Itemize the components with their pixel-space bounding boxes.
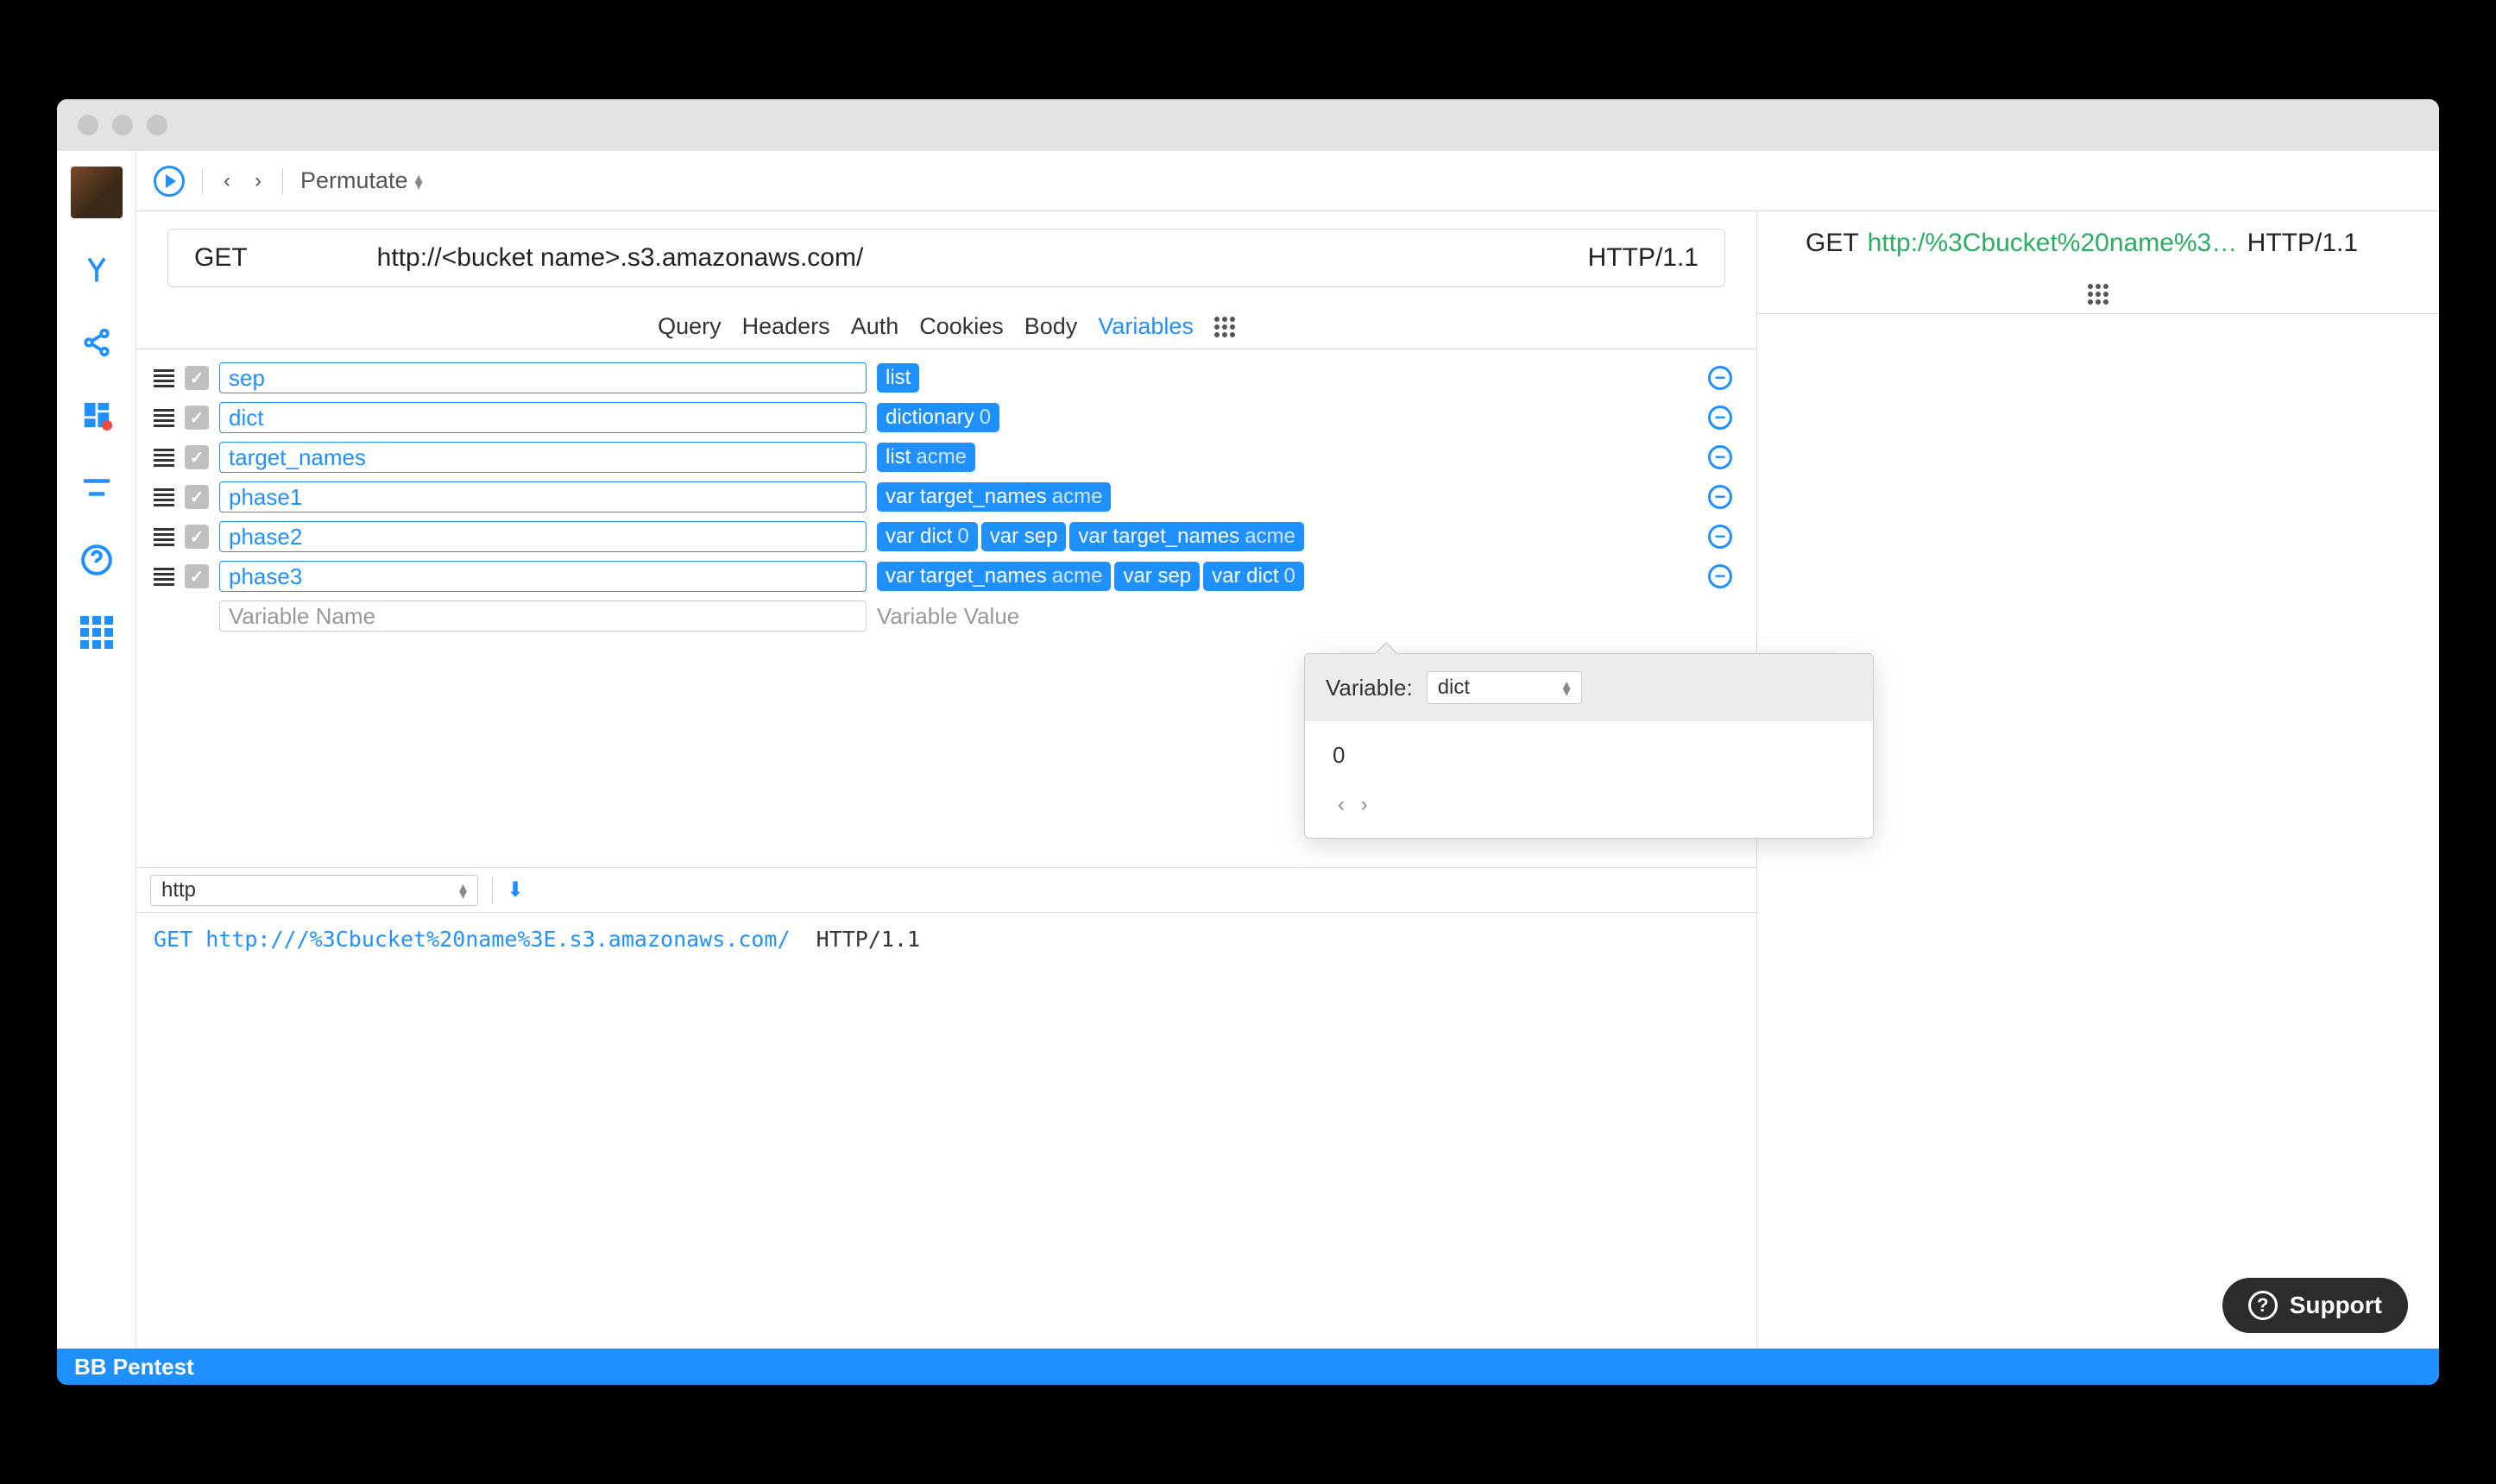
remove-button[interactable]: − — [1708, 485, 1732, 509]
popover-label: Variable: — [1326, 675, 1413, 701]
mode-select[interactable]: Permutate ▴▾ — [300, 167, 423, 194]
scheme-value: http — [161, 878, 196, 902]
sidebar — [57, 151, 136, 1349]
preview-tabs — [1757, 275, 2439, 314]
preview-request-line: GET http:/%3Cbucket%20name%3E… HTTP/1.1 — [1788, 229, 2408, 258]
download-icon[interactable]: ⬇︎ — [507, 877, 524, 902]
drag-handle-icon[interactable] — [154, 409, 174, 427]
variable-value[interactable]: dictionary 0 — [877, 403, 1698, 432]
traffic-light-min[interactable] — [112, 115, 133, 135]
variable-popover: Variable: dict ▴▾ 0 ‹ › — [1304, 653, 1874, 839]
toolbar: ‹ › Permutate ▴▾ — [136, 151, 2439, 211]
preview-protocol: HTTP/1.1 — [2247, 229, 2358, 258]
traffic-light-close[interactable] — [78, 115, 98, 135]
popover-prev[interactable]: ‹ — [1333, 793, 1350, 816]
popover-next[interactable]: › — [1356, 793, 1373, 816]
remove-button[interactable]: − — [1708, 445, 1732, 469]
tab-headers[interactable]: Headers — [742, 313, 830, 340]
http-protocol: HTTP/1.1 — [1588, 243, 1699, 273]
remove-button[interactable]: − — [1708, 406, 1732, 430]
drag-handle-icon[interactable] — [154, 528, 174, 546]
status-bar: BB Pentest — [57, 1349, 2439, 1385]
variable-row: phase2 var dict 0var sep var target_names… — [154, 519, 1732, 555]
request-line[interactable]: GET http://<bucket name>.s3.amazonaws.co… — [167, 229, 1725, 287]
variable-row-new: Variable Name Variable Value — [154, 598, 1732, 634]
variable-value[interactable]: list — [877, 363, 1698, 393]
preview-url: http:/%3Cbucket%20name%3E… — [1859, 229, 2247, 258]
enable-checkbox[interactable] — [185, 445, 209, 469]
run-button[interactable] — [154, 166, 185, 197]
filter-icon[interactable] — [76, 467, 117, 508]
dashboard-icon[interactable] — [76, 394, 117, 436]
variable-value[interactable]: list acme — [877, 443, 1698, 472]
variable-list: seplist −dictdictionary 0−target_namesli… — [136, 349, 1756, 634]
project-name: BB Pentest — [74, 1354, 194, 1380]
remove-button[interactable]: − — [1708, 564, 1732, 588]
popover-value: 0 — [1305, 721, 1873, 793]
enable-checkbox[interactable] — [185, 564, 209, 588]
tab-variables[interactable]: Variables — [1098, 313, 1194, 340]
http-method: GET — [194, 243, 248, 273]
more-preview-icon[interactable] — [2088, 284, 2108, 305]
enable-checkbox[interactable] — [185, 525, 209, 549]
drag-handle-icon[interactable] — [154, 568, 174, 586]
merge-icon[interactable] — [76, 249, 117, 291]
updown-icon: ▴▾ — [459, 883, 467, 897]
variable-row: dict dictionary 0− — [154, 399, 1732, 436]
remove-button[interactable]: − — [1708, 525, 1732, 549]
updown-icon: ▴▾ — [415, 174, 423, 188]
variable-row: target_names list acme− — [154, 439, 1732, 475]
question-icon: ? — [2248, 1291, 2278, 1320]
support-label: Support — [2290, 1292, 2382, 1319]
popover-selected: dict — [1438, 676, 1470, 700]
enable-checkbox[interactable] — [185, 366, 209, 390]
nav-fwd[interactable]: › — [251, 169, 265, 193]
drag-handle-icon[interactable] — [154, 488, 174, 506]
enable-checkbox[interactable] — [185, 485, 209, 509]
variable-value-placeholder[interactable]: Variable Value — [877, 603, 1019, 630]
request-tabs: Query Headers Auth Cookies Body Variable… — [136, 305, 1756, 349]
variable-row: phase1 var target_names acme− — [154, 479, 1732, 515]
drag-handle-icon[interactable] — [154, 449, 174, 467]
tab-cookies[interactable]: Cookies — [919, 313, 1004, 340]
remove-button[interactable]: − — [1708, 366, 1732, 390]
variable-name-input[interactable]: phase1 — [219, 481, 867, 512]
tab-auth[interactable]: Auth — [851, 313, 899, 340]
titlebar — [57, 99, 2439, 151]
avatar[interactable] — [71, 167, 123, 218]
preview-method: GET — [1806, 229, 1859, 258]
http-url: http://<bucket name>.s3.amazonaws.com/ — [377, 243, 864, 273]
variable-name-input[interactable]: target_names — [219, 442, 867, 473]
scheme-select[interactable]: http ▴▾ — [150, 875, 478, 906]
variable-name-input[interactable]: sep — [219, 362, 867, 393]
drag-handle-icon[interactable] — [154, 369, 174, 387]
mode-label: Permutate — [300, 167, 408, 194]
more-tabs-icon[interactable] — [1214, 317, 1235, 337]
variable-row: seplist − — [154, 360, 1732, 396]
tab-query[interactable]: Query — [658, 313, 722, 340]
variable-name-input[interactable]: phase2 — [219, 521, 867, 552]
tab-body[interactable]: Body — [1024, 313, 1078, 340]
enable-checkbox[interactable] — [185, 406, 209, 430]
traffic-light-max[interactable] — [147, 115, 167, 135]
variable-name-input[interactable]: Variable Name — [219, 601, 867, 632]
variable-value[interactable]: var target_names acmevar sep var dict 0 — [877, 562, 1698, 591]
raw-output: GET http:///%3Cbucket%20name%3E.s3.amazo… — [136, 913, 1756, 965]
variable-value[interactable]: var target_names acme — [877, 482, 1698, 512]
raw-toolbar: http ▴▾ ⬇︎ — [136, 868, 1756, 913]
share-icon[interactable] — [76, 322, 117, 363]
variable-name-input[interactable]: dict — [219, 402, 867, 433]
help-icon[interactable] — [76, 539, 117, 581]
popover-select[interactable]: dict ▴▾ — [1427, 671, 1582, 704]
support-button[interactable]: ? Support — [2222, 1278, 2408, 1333]
variable-value[interactable]: var dict 0var sep var target_names acme — [877, 522, 1698, 551]
updown-icon: ▴▾ — [1563, 681, 1571, 695]
variable-name-input[interactable]: phase3 — [219, 561, 867, 592]
variable-row: phase3 var target_names acmevar sep var d… — [154, 558, 1732, 594]
nav-back[interactable]: ‹ — [220, 169, 234, 193]
app-window: ‹ › Permutate ▴▾ GET http://<bucket name… — [57, 99, 2439, 1385]
apps-icon[interactable] — [76, 612, 117, 653]
